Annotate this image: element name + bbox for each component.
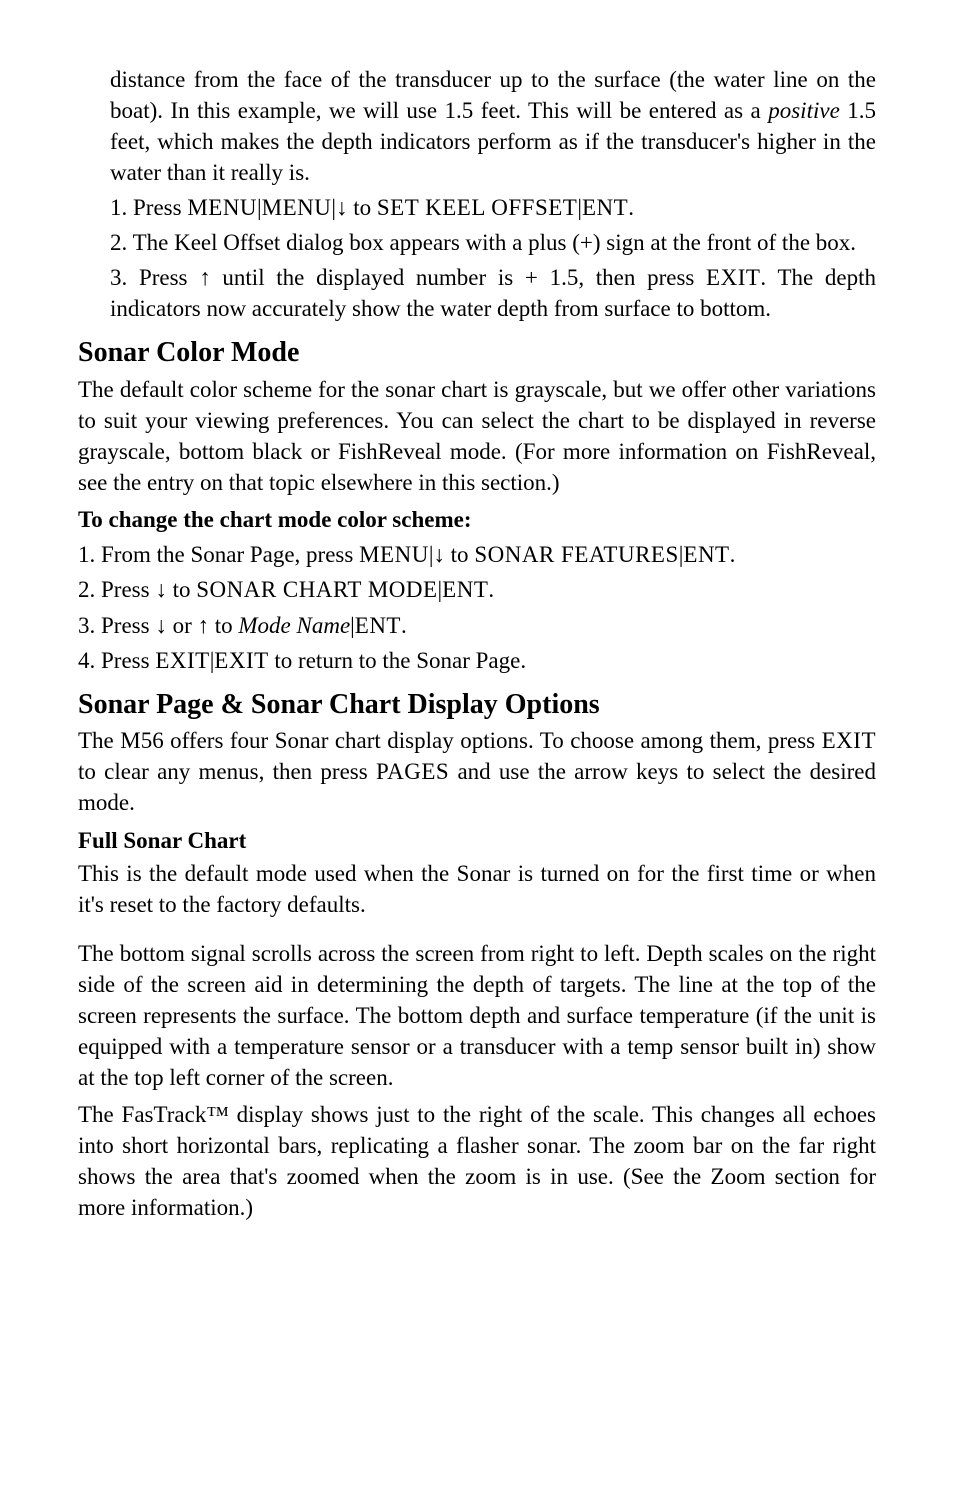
up-arrow-icon: ↑ [199,264,211,290]
do-p1a: The M56 offers four Sonar chart display … [78,728,822,753]
period: . [628,195,634,220]
down-arrow-icon: ↓ [433,541,445,567]
step-a1-prefix: 1. Press [110,195,187,220]
sonar-features-key: SONAR FEATURES [474,542,678,567]
ent-key: ENT [442,577,488,602]
period: . [401,613,407,638]
ent-key: ENT [582,195,628,220]
menu-key: MENU [187,195,257,220]
exit-key: EXIT [155,648,209,673]
pages-key: PAGES [376,759,449,784]
ent-key: ENT [355,613,401,638]
cs1-to: to [445,542,474,567]
sonar-chart-mode-key: SONAR CHART MODE [196,577,437,602]
mode-name-italic: Mode Name [238,613,350,638]
step-a1: 1. Press MENU|MENU|↓ to SET KEEL OFFSET|… [110,192,876,223]
menu-key: MENU [262,195,332,220]
cs1-prefix: 1. From the Sonar Page, press [78,542,359,567]
cs3-or: or [167,613,198,638]
color-mode-paragraph: The default color scheme for the sonar c… [78,374,876,498]
intro-text-a: distance from the face of the transducer… [110,67,876,123]
heading-change-color-scheme: To change the chart mode color scheme: [78,504,876,535]
down-arrow-icon: ↓ [336,194,348,220]
step-a2-text: 2. The Keel Offset dialog box appears wi… [110,230,856,255]
period: . [730,542,736,567]
exit-key: EXIT [214,648,268,673]
menu-key: MENU [359,542,429,567]
cs4-end: to return to the Sonar Page. [269,648,526,673]
exit-key: EXIT [822,728,876,753]
exit-key: EXIT [706,265,760,290]
step-a3: 3. Press ↑ until the displayed number is… [110,262,876,324]
cs3-prefix: 3. Press [78,613,155,638]
heading-full-sonar-chart: Full Sonar Chart [78,825,876,856]
display-options-paragraph-1: The M56 offers four Sonar chart display … [78,725,876,818]
ent-key: ENT [683,542,729,567]
do-p1c: to clear any menus, then press [78,759,376,784]
down-arrow-icon: ↓ [155,612,167,638]
up-arrow-icon: ↑ [197,612,209,638]
set-keel-offset-key: SET KEEL OFFSET [377,195,577,220]
intro-italic: positive [768,98,840,123]
heading-sonar-color-mode: Sonar Color Mode [78,334,876,372]
cs2-prefix: 2. Press [78,577,155,602]
color-step-3: 3. Press ↓ or ↑ to Mode Name|ENT. [78,610,876,641]
cs2-to: to [167,577,196,602]
step-a3-mid: until the displayed number is + 1.5, the… [211,265,706,290]
period: . [488,577,494,602]
full-sonar-paragraph-1: This is the default mode used when the S… [78,858,876,920]
step-a1-to: to [348,195,377,220]
color-step-1: 1. From the Sonar Page, press MENU|↓ to … [78,539,876,570]
cs4-prefix: 4. Press [78,648,155,673]
step-a2: 2. The Keel Offset dialog box appears wi… [110,227,876,258]
full-sonar-paragraph-3: The FasTrack™ display shows just to the … [78,1099,876,1223]
color-step-2: 2. Press ↓ to SONAR CHART MODE|ENT. [78,574,876,605]
down-arrow-icon: ↓ [155,576,167,602]
heading-display-options: Sonar Page & Sonar Chart Display Options [78,686,876,724]
full-sonar-paragraph-2: The bottom signal scrolls across the scr… [78,938,876,1093]
color-step-4: 4. Press EXIT|EXIT to return to the Sona… [78,645,876,676]
intro-paragraph: distance from the face of the transducer… [110,64,876,188]
cs3-to: to [209,613,238,638]
step-a3-prefix: 3. Press [110,265,199,290]
